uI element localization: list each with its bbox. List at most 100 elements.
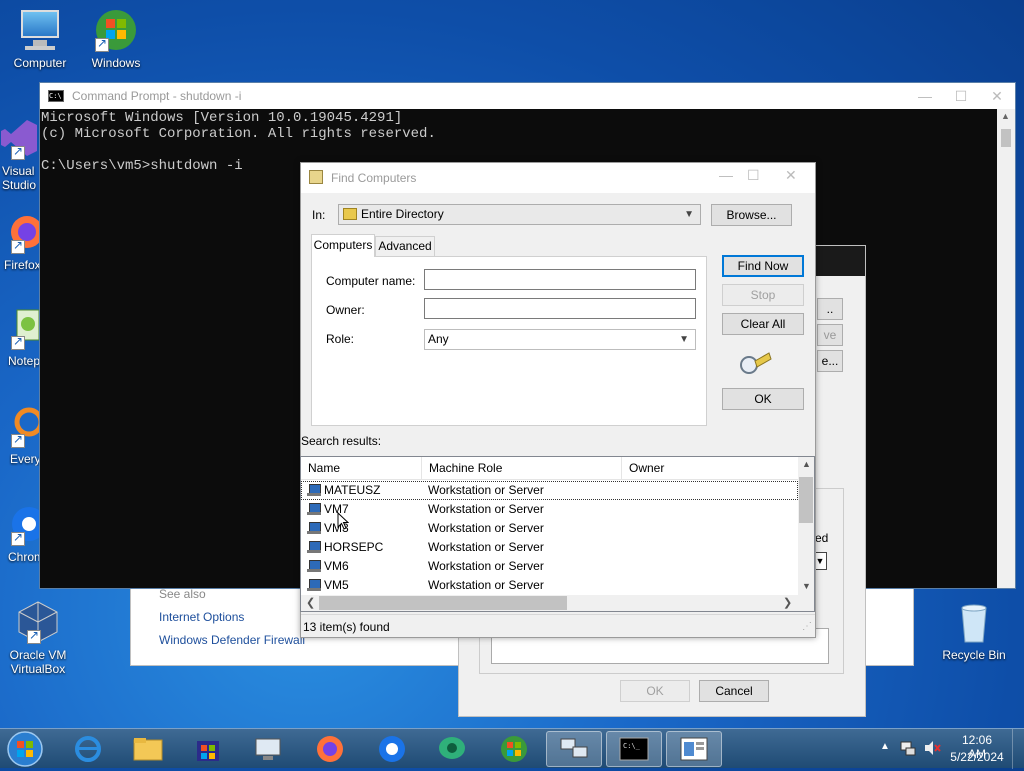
start-button[interactable] — [4, 730, 46, 768]
table-row[interactable]: VM7 Workstation or Server — [301, 500, 798, 519]
in-label: In: — [312, 208, 326, 222]
maximize-icon[interactable]: ☐ — [943, 88, 979, 105]
computer-icon — [17, 8, 63, 52]
desktop-icon-computer[interactable]: Computer — [2, 8, 78, 70]
scroll-down-icon[interactable]: ▼ — [802, 581, 811, 591]
shortcut-arrow-icon — [95, 36, 109, 52]
close-icon[interactable]: ✕ — [785, 167, 797, 184]
network-icon[interactable] — [900, 740, 916, 756]
taskbar: C:\_ ▲ 12:06 AM 5/22/2024 — [0, 728, 1024, 769]
taskbar-control-panel[interactable] — [666, 731, 722, 767]
horizontal-scroll-thumb[interactable] — [319, 596, 567, 610]
windows-defender-firewall-link[interactable]: Windows Defender Firewall — [159, 633, 305, 647]
remote-desktop-icon — [255, 738, 281, 760]
shortcut-arrow-icon — [11, 334, 25, 350]
show-desktop-button[interactable] — [1012, 729, 1024, 769]
recycle-bin-icon — [951, 600, 997, 644]
computer-icon — [307, 484, 321, 496]
virtualbox-icon — [15, 600, 61, 644]
column-header-name[interactable]: Name — [301, 457, 422, 480]
shutdown-ok-button[interactable]: OK — [620, 680, 690, 702]
computer-name-input[interactable] — [424, 269, 696, 290]
row-role: Workstation or Server — [428, 483, 544, 497]
taskbar-media-center[interactable] — [486, 731, 542, 767]
taskbar-shutdown-dialog[interactable] — [546, 731, 602, 767]
taskbar-file-explorer[interactable] — [120, 731, 176, 767]
find-dialog-title-bar[interactable]: Find Computers — ☐ ✕ — [301, 163, 815, 193]
search-flashlight-icon — [737, 349, 773, 377]
computer-icon — [307, 522, 321, 534]
taskbar-command-prompt[interactable]: C:\_ — [606, 731, 662, 767]
role-label: Role: — [326, 332, 355, 346]
shutdown-browse-button[interactable]: e... — [817, 350, 843, 372]
browse-button[interactable]: Browse... — [711, 204, 792, 226]
desktop-icon-label: Computer — [13, 56, 67, 70]
table-row[interactable]: VM3 Workstation or Server — [301, 519, 798, 538]
taskbar-chrome[interactable] — [364, 731, 420, 767]
scroll-left-icon[interactable]: ❮ — [306, 596, 315, 609]
maximize-icon[interactable]: ☐ — [747, 167, 760, 184]
role-dropdown[interactable]: Any ▼ — [424, 329, 696, 350]
stop-button[interactable]: Stop — [722, 284, 804, 306]
shutdown-remove-button[interactable]: ve — [817, 324, 843, 346]
desktop-icon-media-center[interactable]: Windows Media Center — [78, 8, 154, 70]
command-prompt-icon: C:\_ — [619, 737, 649, 761]
column-header-owner[interactable]: Owner — [622, 457, 798, 480]
resize-grip-icon[interactable]: ⋰ — [802, 621, 812, 632]
close-icon[interactable]: ✕ — [979, 88, 1015, 105]
cmd-title-bar[interactable]: C:\ Command Prompt - shutdown -i — ☐ ✕ — [40, 83, 1015, 109]
results-horizontal-scrollbar[interactable]: ❮ ❯ — [301, 595, 798, 611]
minimize-icon[interactable]: — — [719, 167, 733, 183]
results-vertical-scrollbar[interactable]: ▲ ▼ — [798, 457, 814, 595]
taskbar-remote-desktop[interactable] — [240, 731, 296, 767]
show-hidden-icons-icon[interactable]: ▲ — [880, 741, 890, 752]
scroll-right-icon[interactable]: ❯ — [783, 596, 792, 609]
scroll-up-icon[interactable]: ▲ — [802, 459, 811, 469]
vertical-scroll-thumb[interactable] — [799, 477, 813, 523]
desktop-icon-label: Recycle Bin — [942, 648, 1006, 662]
clear-all-button[interactable]: Clear All — [722, 313, 804, 335]
table-row[interactable]: VM5 Workstation or Server — [301, 576, 798, 595]
owner-label: Owner: — [326, 303, 365, 317]
table-row[interactable]: MATEUSZ Workstation or Server — [301, 481, 798, 500]
taskbar-store[interactable] — [180, 731, 236, 767]
cmd-title-text: Command Prompt - shutdown -i — [72, 89, 242, 103]
search-results-list[interactable]: Name Machine Role Owner MATEUSZ Workstat… — [300, 456, 815, 612]
chrome-icon — [379, 736, 405, 762]
owner-input[interactable] — [424, 298, 696, 319]
windows-media-center-icon — [501, 736, 527, 762]
scroll-up-icon[interactable]: ▲ — [1001, 111, 1010, 121]
cmd-scrollbar[interactable]: ▲ — [997, 109, 1015, 588]
desktop-icon-virtualbox[interactable]: Oracle VM VirtualBox — [0, 600, 76, 676]
cmd-scroll-thumb[interactable] — [1001, 129, 1011, 147]
tab-advanced[interactable]: Advanced — [375, 236, 435, 256]
volume-muted-icon[interactable] — [924, 740, 942, 756]
row-role: Workstation or Server — [428, 578, 544, 592]
see-also-heading: See also — [159, 587, 206, 601]
find-now-button[interactable]: Find Now — [722, 255, 804, 277]
find-ok-button[interactable]: OK — [722, 388, 804, 410]
taskbar-firefox[interactable] — [302, 731, 358, 767]
computer-name-label: Computer name: — [326, 274, 416, 288]
in-dropdown[interactable]: Entire Directory ▼ — [338, 204, 701, 225]
column-header-machine-role[interactable]: Machine Role — [422, 457, 622, 480]
shutdown-cancel-button[interactable]: Cancel — [699, 680, 769, 702]
clock-date[interactable]: 5/22/2024 — [948, 750, 1006, 764]
computer-icon — [307, 579, 321, 591]
in-dropdown-value: Entire Directory — [361, 207, 444, 221]
taskbar-app-green[interactable] — [424, 731, 480, 767]
table-row[interactable]: HORSEPC Workstation or Server — [301, 538, 798, 557]
minimize-icon[interactable]: — — [907, 88, 943, 104]
desktop-icon-recycle-bin[interactable]: Recycle Bin — [936, 600, 1012, 662]
notepad-plus-plus-icon — [0, 306, 43, 350]
taskbar-internet-explorer[interactable] — [60, 731, 116, 767]
tab-computers[interactable]: Computers — [311, 234, 375, 257]
table-row[interactable]: VM6 Workstation or Server — [301, 557, 798, 576]
shutdown-add-button[interactable]: .. — [817, 298, 843, 320]
chevron-down-icon: ▼ — [684, 209, 694, 220]
store-icon — [197, 741, 219, 761]
row-role: Workstation or Server — [428, 502, 544, 516]
computers-tab-panel: Computer name: Owner: Role: Any ▼ — [311, 256, 707, 426]
internet-options-link[interactable]: Internet Options — [159, 610, 244, 624]
